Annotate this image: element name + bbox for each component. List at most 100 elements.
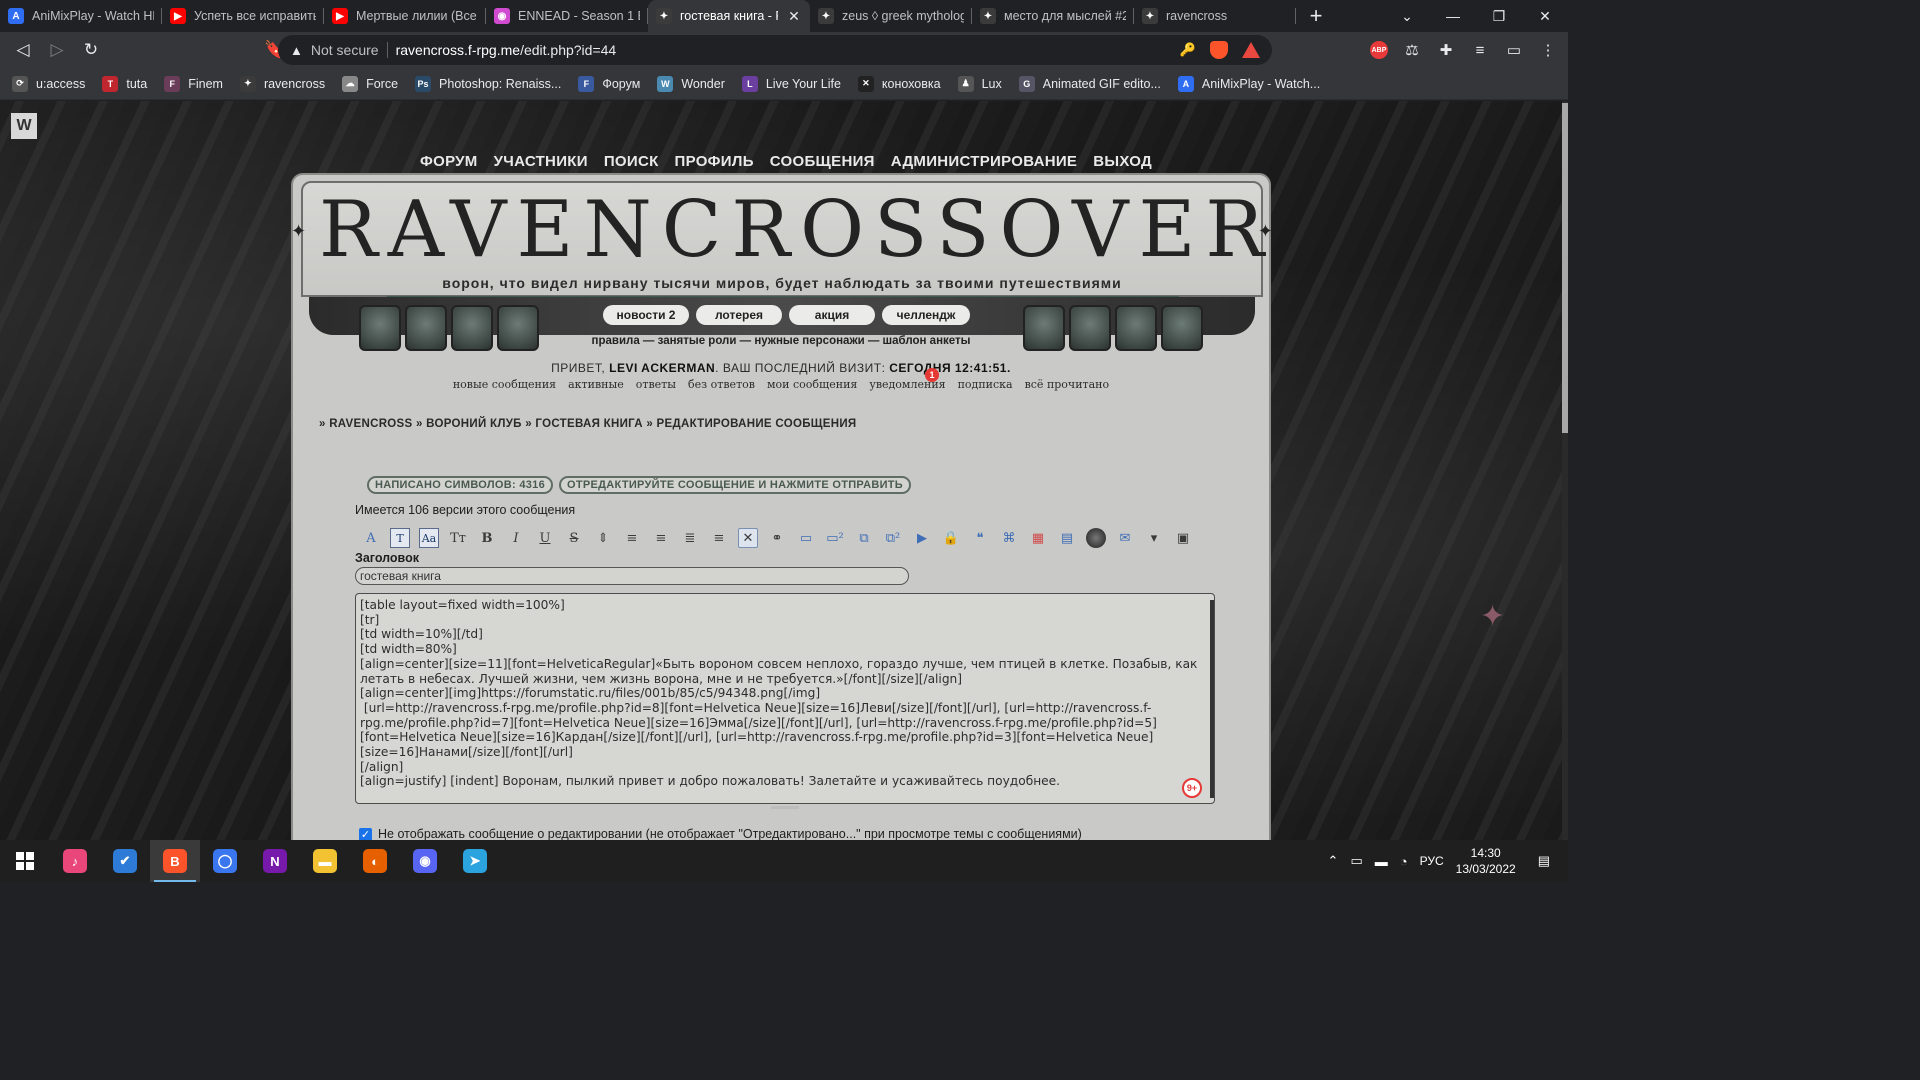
video-icon[interactable]: ▶ [912,528,932,548]
browser-tab[interactable]: A AniMixPlay - Watch HD [0,0,162,32]
color-icon[interactable]: ▦ [1028,528,1048,548]
hide-edit-notice-checkbox[interactable]: ✓ [359,827,372,840]
lock-icon[interactable]: 🔒 [941,528,961,548]
pill-challenge[interactable]: челлендж [882,305,970,325]
user-link[interactable]: всё прочитано [1025,378,1110,391]
breadcrumb[interactable]: » RAVENCROSS » ВОРОНИЙ КЛУБ » ГОСТЕВАЯ К… [319,418,857,430]
bookmark-item[interactable]: F Finem [164,75,223,92]
gallery-2-icon[interactable]: ⧉² [883,528,903,548]
clipboard-icon[interactable]: ▣ [1173,528,1193,548]
adblock-icon[interactable]: ABP [1370,41,1388,59]
typography-icon[interactable]: T [390,528,410,548]
quote-icon[interactable]: ❝ [970,528,990,548]
bookmark-item[interactable]: L Live Your Life [741,75,841,92]
page-scrollbar[interactable] [1562,101,1568,840]
maximize-button[interactable]: ❐ [1476,0,1522,32]
taskbar-brave-button[interactable]: B [150,840,200,882]
bookmark-item[interactable]: F Форум [578,75,640,92]
font-icon[interactable]: A [361,528,381,548]
brave-shield-icon[interactable] [1210,41,1228,59]
taskbar-start-button[interactable] [0,840,50,882]
nav-link[interactable]: АДМИНИСТРИРОВАНИЕ [891,153,1077,170]
browser-tab[interactable]: ▶ Успеть все исправить [162,0,324,32]
user-link[interactable]: без ответов [688,378,755,391]
menu-kebab-icon[interactable]: ⋮ [1538,40,1558,60]
extensions-puzzle-icon[interactable]: ✚ [1436,40,1456,60]
chevron-up-icon[interactable]: ⌃ [1328,853,1339,869]
text-transform-icon[interactable]: Tт [448,528,468,548]
new-tab-button[interactable]: + [1296,0,1336,32]
bookmark-item[interactable]: Ps Photoshop: Renaiss... [415,75,561,92]
underline-icon[interactable]: U [535,528,555,548]
browser-tab[interactable]: ◉ ENNEAD - Season 1 Ep [486,0,648,32]
bold-icon[interactable]: B [477,528,497,548]
address-bar[interactable]: ▲ Not secure ravencross.f-rpg.me/edit.ph… [278,35,1272,65]
reload-button[interactable]: ↻ [76,35,106,65]
greeting-user[interactable]: LEVI ACKERMAN [609,361,715,375]
resize-grip[interactable] [771,806,799,809]
user-link[interactable]: мои сообщения [767,378,857,391]
nav-link[interactable]: ФОРУМ [420,153,478,170]
taskbar-todo-button[interactable]: ✔ [100,840,150,882]
scrollbar-thumb[interactable] [1562,103,1568,433]
taskbar-firefox-button[interactable]: ◐ [350,840,400,882]
warning-icon[interactable]: ▲ [290,43,303,58]
bookmark-item[interactable]: ♟ Lux [957,75,1002,92]
line-height-icon[interactable]: ⇕ [593,528,613,548]
language-indicator[interactable]: РУС [1420,854,1444,868]
info-links[interactable]: правила — занятые роли — нужные персонаж… [293,335,1269,347]
versions-link[interactable]: Имеется 106 версии этого сообщения [355,503,575,517]
taskbar-telegram-button[interactable]: ➤ [450,840,500,882]
bookmark-item[interactable]: Ttuta [102,75,147,92]
table-icon[interactable]: ▤ [1057,528,1077,548]
bookmark-item[interactable]: ⟳ u:access [12,75,85,92]
bookmark-item[interactable]: ✕ коноховка [857,75,941,92]
pill-promo[interactable]: акция [789,305,875,325]
browser-tab[interactable]: ▶ Мертвые лилии (Все с [324,0,486,32]
bookmark-item[interactable]: G Animated GIF edito... [1018,75,1161,92]
nav-link[interactable]: УЧАСТНИКИ [494,153,588,170]
banner-title[interactable]: RAVENCROSSOVER [319,187,1264,273]
email-icon[interactable]: ✉ [1115,528,1135,548]
nav-link[interactable]: СООБЩЕНИЯ [770,153,875,170]
brave-rewards-icon[interactable] [1242,42,1260,58]
image-icon[interactable]: ✕ [738,528,758,548]
align-justify-icon[interactable]: ≣ [680,528,700,548]
link-icon[interactable]: ⚭ [767,528,787,548]
gallery-icon[interactable]: ⧉ [854,528,874,548]
book-2-icon[interactable]: ▭² [825,528,845,548]
forward-button[interactable]: ▷ [42,35,72,65]
bookmark-item[interactable]: A AniMixPlay - Watch... [1177,75,1320,92]
taskbar-discord-button[interactable]: ◉ [400,840,450,882]
pill-lottery[interactable]: лотерея [696,305,782,325]
textarea-scrollbar[interactable] [1210,600,1214,798]
spoiler-icon[interactable]: ⌘ [999,528,1019,548]
bookmark-item[interactable]: ✦ ravencross [239,75,325,92]
hide-edit-notice-option[interactable]: ✓ Не отображать сообщение о редактирован… [359,827,1082,840]
align-left-icon[interactable]: ≡ [622,528,642,548]
message-textarea[interactable]: [table layout=fixed width=100%] [tr] [td w… [355,593,1215,804]
smile-icon[interactable] [1086,528,1106,548]
security-label[interactable]: Not secure [311,42,379,58]
taskbar-signal-button[interactable]: ◯ [200,840,250,882]
taskbar-itunes-button[interactable]: ♪ [50,840,100,882]
back-button[interactable]: ◁ [8,35,38,65]
clock[interactable]: 14:30 13/03/2022 [1456,845,1516,877]
font-size-icon[interactable]: Aa [419,528,439,548]
taskbar-onenote-button[interactable]: N [250,840,300,882]
user-link[interactable]: активные [568,378,624,391]
battery-icon[interactable]: ▬ [1375,854,1388,869]
browser-tab[interactable]: ✦ ravencross [1134,0,1296,32]
url-text[interactable]: ravencross.f-rpg.me/edit.php?id=44 [396,42,1172,58]
browser-tab[interactable]: ✦ место для мыслей #2 [972,0,1134,32]
notifications-icon[interactable]: ▤ [1538,853,1550,869]
grammar-check-badge[interactable]: 9+ [1182,778,1202,798]
nav-link[interactable]: ПРОФИЛЬ [675,153,754,170]
wifi-icon[interactable]: ◔ [1400,854,1408,869]
hide-edit-notice-label[interactable]: Не отображать сообщение о редактировании… [378,827,1082,840]
tab-close-icon[interactable]: ✕ [786,8,802,24]
pill-news[interactable]: новости 2 [603,305,689,325]
browser-tab[interactable]: ✦ гостевая книга - P ✕ [648,0,810,32]
site-corner-logo[interactable]: W [11,113,37,139]
taskbar-explorer-button[interactable]: ▬ [300,840,350,882]
